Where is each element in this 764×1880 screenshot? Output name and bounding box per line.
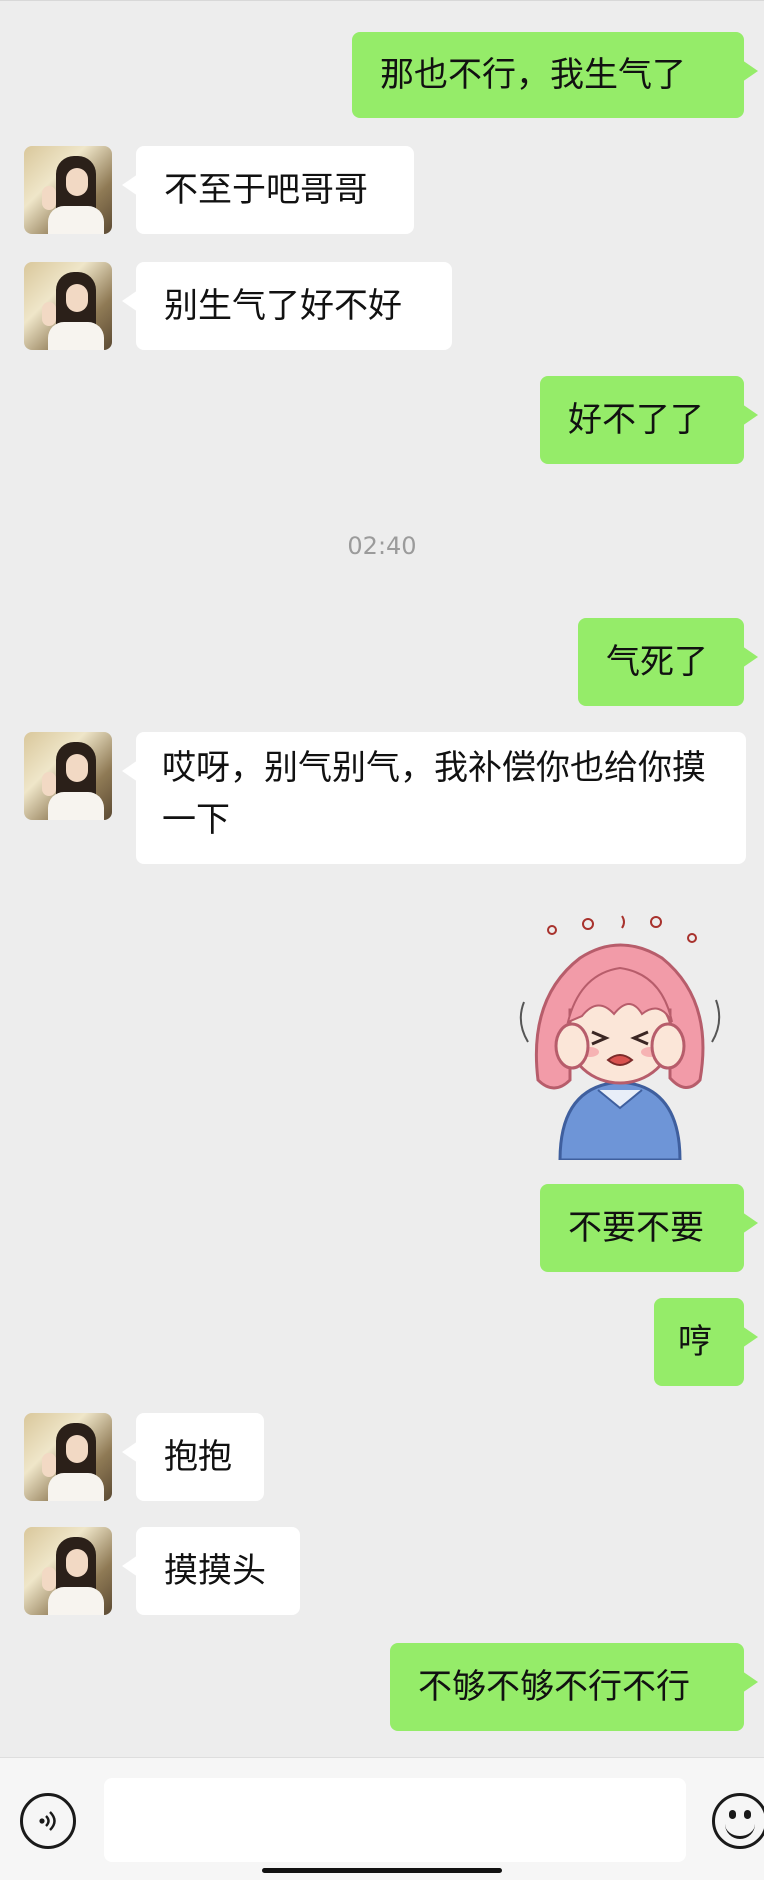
message-bubble-received[interactable]: 别生气了好不好 [122, 262, 452, 350]
message-text: 哎呀，别气别气，我补偿你也给你摸一下 [162, 748, 706, 840]
chat-input-bar [0, 1757, 764, 1880]
emoji-icon[interactable] [712, 1793, 764, 1849]
message-text: 别生气了好不好 [164, 286, 402, 326]
message-bubble-received[interactable]: 抱抱 [122, 1413, 264, 1501]
home-indicator [262, 1868, 502, 1873]
top-divider [0, 0, 764, 1]
message-text: 不要不要 [568, 1208, 704, 1248]
message-bubble-sent[interactable]: 气死了 [578, 618, 758, 706]
message-bubble-sent[interactable]: 那也不行，我生气了 [352, 32, 758, 118]
message-bubble-received[interactable]: 不至于吧哥哥 [122, 146, 414, 234]
message-text: 哼 [678, 1322, 712, 1362]
message-text: 摸摸头 [164, 1551, 266, 1591]
contact-avatar[interactable] [24, 732, 112, 820]
voice-input-icon[interactable] [20, 1793, 76, 1849]
message-bubble-sent[interactable]: 好不了了 [540, 376, 758, 464]
message-text: 气死了 [606, 642, 708, 682]
timestamp: 02:40 [347, 532, 417, 560]
message-text: 不至于吧哥哥 [164, 170, 368, 210]
contact-avatar[interactable] [24, 262, 112, 350]
contact-avatar[interactable] [24, 1527, 112, 1615]
contact-avatar[interactable] [24, 146, 112, 234]
message-bubble-received[interactable]: 哎呀，别气别气，我补偿你也给你摸一下 [122, 732, 746, 864]
message-bubble-sent[interactable]: 哼 [654, 1298, 758, 1386]
message-text: 那也不行，我生气了 [380, 55, 686, 95]
message-text: 抱抱 [164, 1437, 232, 1477]
message-bubble-received[interactable]: 摸摸头 [122, 1527, 300, 1615]
message-input-field[interactable] [104, 1778, 686, 1862]
angry-girl-covering-ears-sticker[interactable] [510, 910, 730, 1162]
message-bubble-sent[interactable]: 不够不够不行不行 [390, 1643, 758, 1731]
message-text: 不够不够不行不行 [418, 1667, 690, 1707]
message-text: 好不了了 [568, 400, 704, 440]
message-bubble-sent[interactable]: 不要不要 [540, 1184, 758, 1272]
contact-avatar[interactable] [24, 1413, 112, 1501]
